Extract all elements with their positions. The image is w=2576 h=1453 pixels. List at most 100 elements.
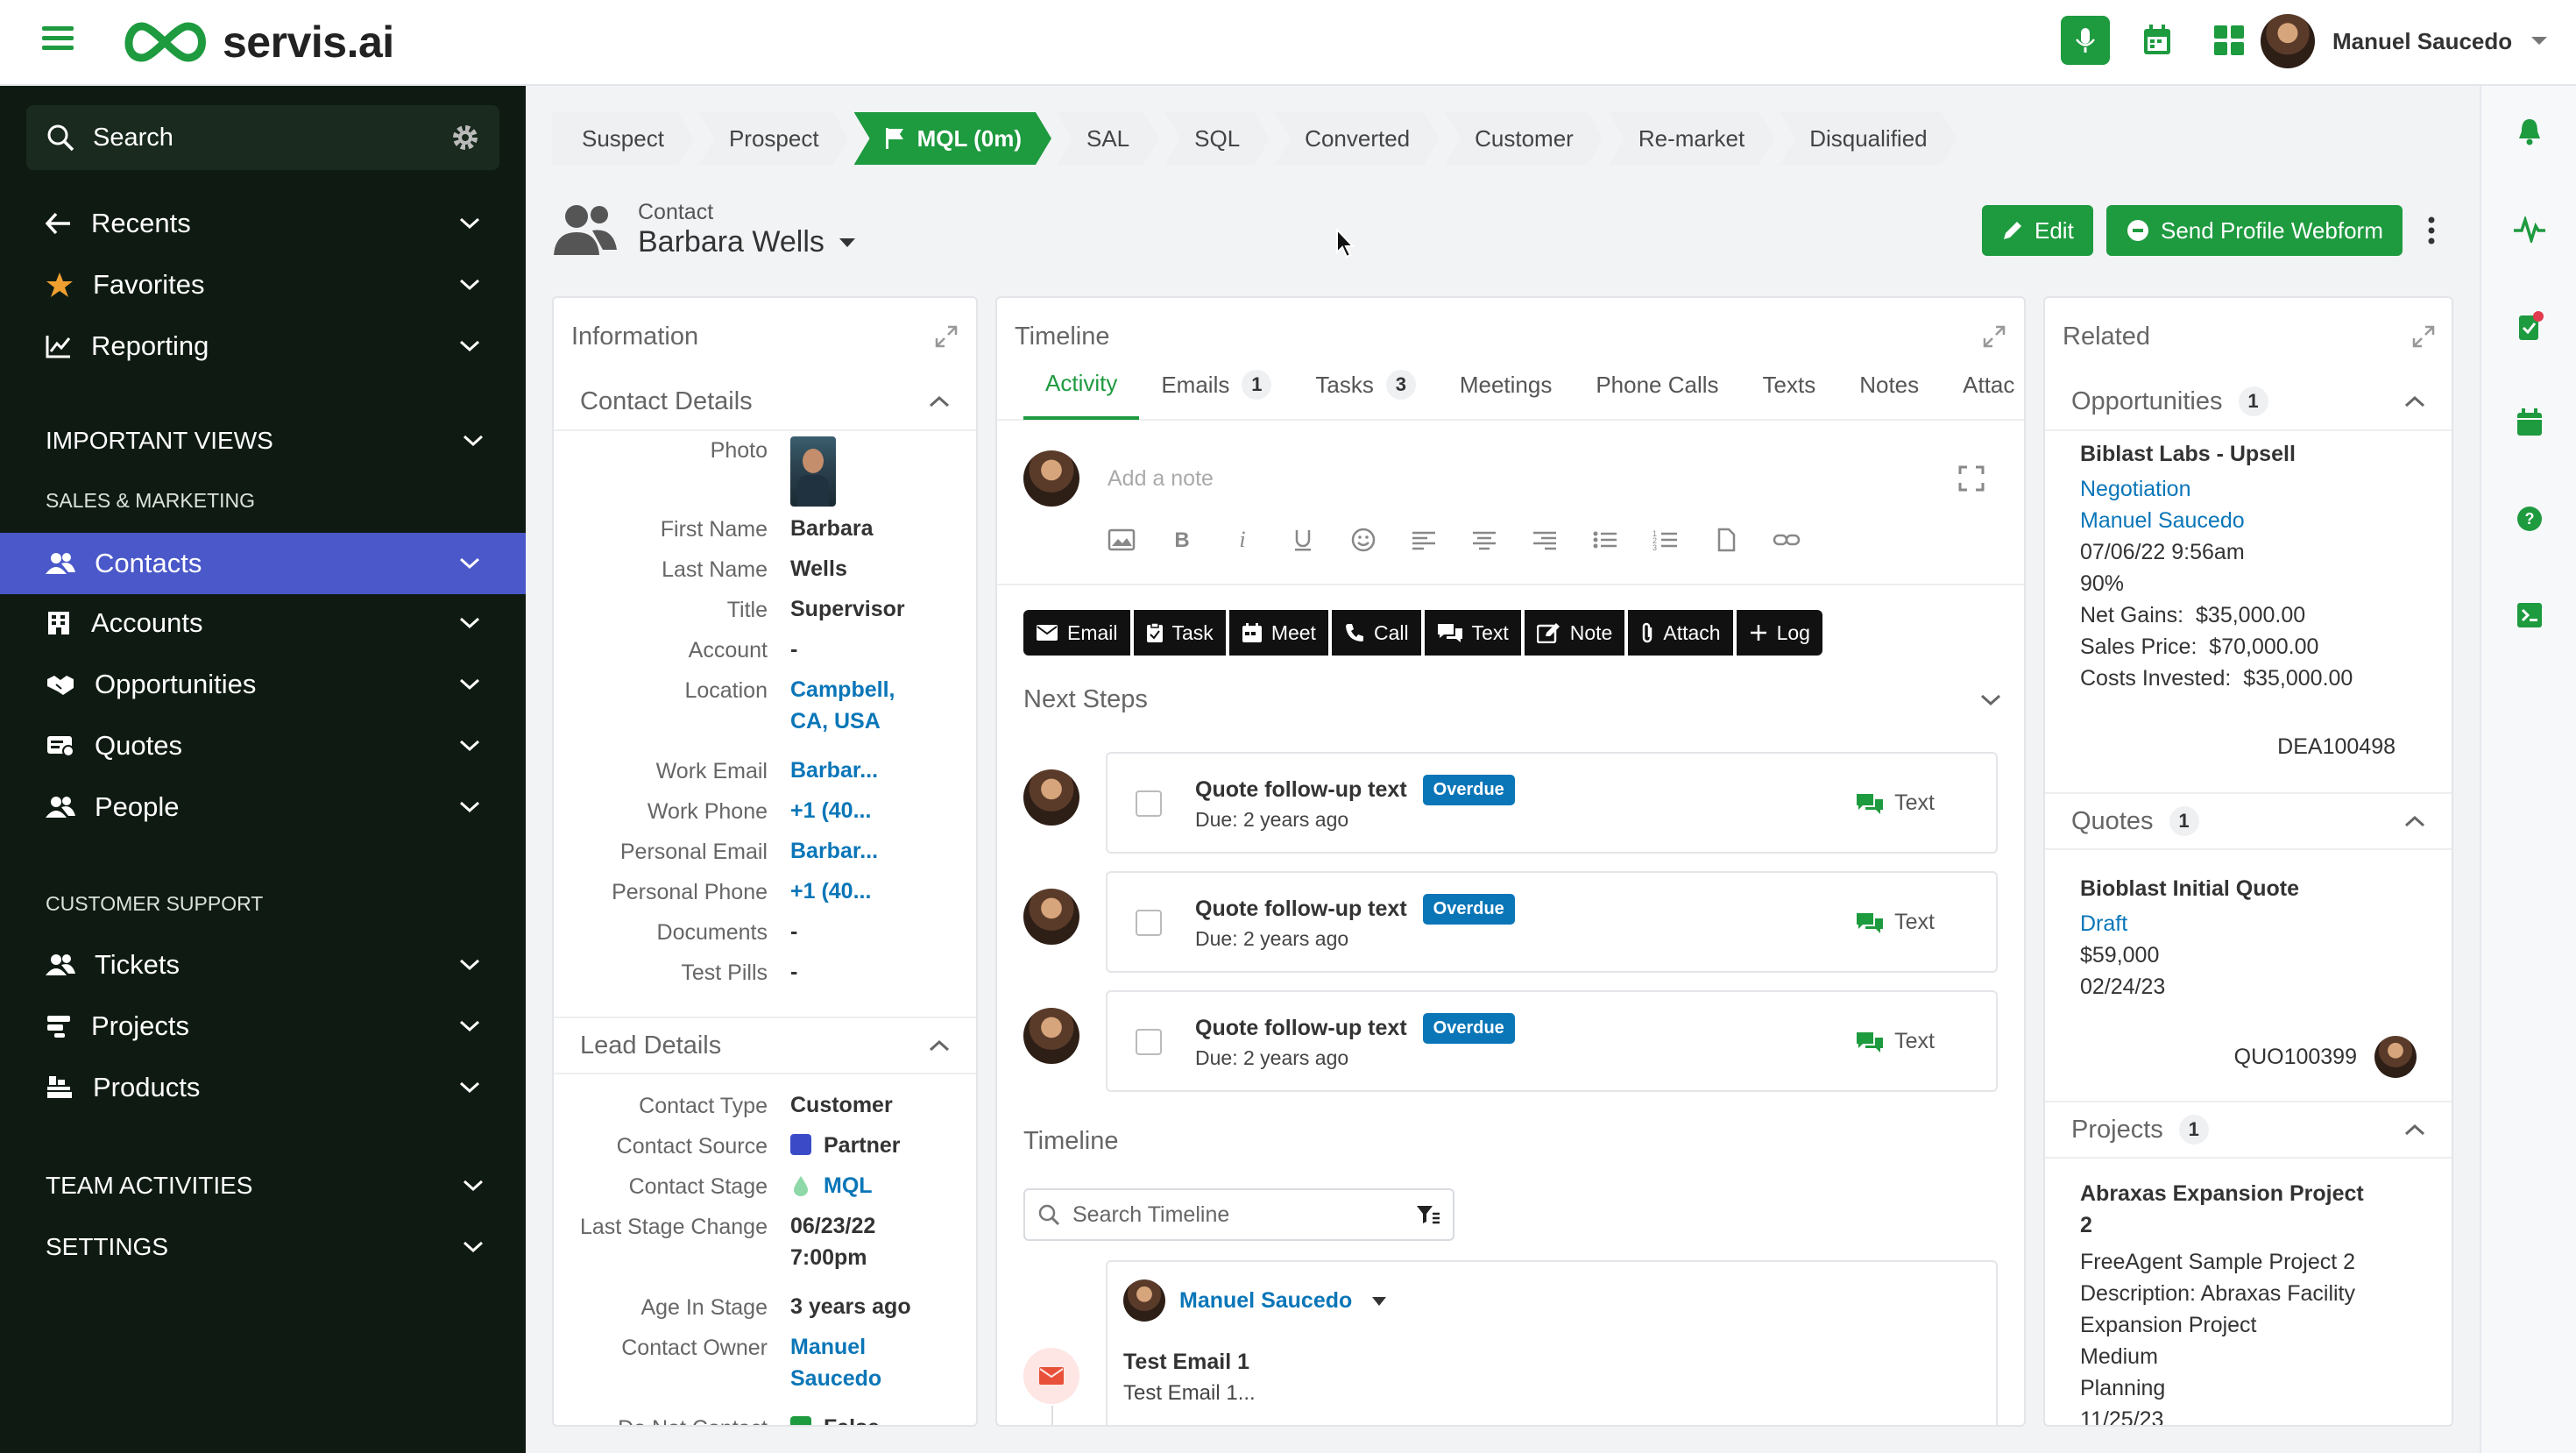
stage-suspect[interactable]: Suspect <box>552 112 694 165</box>
user-menu[interactable]: Manuel Saucedo <box>2261 14 2549 68</box>
contact-photo[interactable] <box>790 436 836 507</box>
field-value-link[interactable]: +1 (40... <box>790 795 922 826</box>
apps-grid-icon[interactable] <box>2204 16 2254 65</box>
note-button[interactable]: Note <box>1524 610 1625 656</box>
task-button[interactable]: Task <box>1133 610 1226 656</box>
stage-sal[interactable]: SAL <box>1057 112 1159 165</box>
align-left-icon[interactable] <box>1410 528 1438 552</box>
email-button[interactable]: Email <box>1023 610 1130 656</box>
document-icon[interactable] <box>1712 528 1740 552</box>
next-step-card[interactable]: Quote follow-up text Overdue Due: 2 years… <box>1106 990 1998 1092</box>
projects-section-header[interactable]: Projects 1 <box>2045 1101 2452 1159</box>
tab-emails[interactable]: Emails 1 <box>1139 350 1293 420</box>
quotes-section-header[interactable]: Quotes 1 <box>2045 792 2452 850</box>
send-profile-webform-button[interactable]: Send Profile Webform <box>2106 205 2403 256</box>
sidebar-section-team-activities[interactable]: TEAM ACTIVITIES <box>46 1164 484 1208</box>
bullet-list-icon[interactable] <box>1591 528 1619 552</box>
stage-sql[interactable]: SQL <box>1164 112 1270 165</box>
fullscreen-icon[interactable] <box>1957 464 1985 493</box>
opportunity-owner-link[interactable]: Manuel Saucedo <box>2080 505 2245 536</box>
next-steps-header[interactable]: Next Steps <box>1023 685 2001 714</box>
help-icon[interactable]: ? <box>2510 500 2549 538</box>
lead-details-section-header[interactable]: Lead Details <box>554 1017 976 1074</box>
stage-disqualified[interactable]: Disqualified <box>1780 112 1957 165</box>
tab-meetings[interactable]: Meetings <box>1438 350 1575 420</box>
tab-phone-calls[interactable]: Phone Calls <box>1574 350 1740 420</box>
field-value-link[interactable]: Barbar... <box>790 755 922 786</box>
sidebar-item-contacts[interactable]: Contacts <box>0 533 526 594</box>
stage-customer[interactable]: Customer <box>1445 112 1603 165</box>
align-center-icon[interactable] <box>1470 528 1498 552</box>
timeline-search[interactable]: Search Timeline <box>1023 1188 1454 1241</box>
tab-texts[interactable]: Texts <box>1741 350 1838 420</box>
calendar-icon[interactable] <box>2510 403 2549 442</box>
expand-icon[interactable] <box>934 324 959 349</box>
opportunities-section-header[interactable]: Opportunities 1 <box>2045 373 2452 431</box>
sidebar-item-opportunities[interactable]: Opportunities <box>0 656 526 713</box>
calendar-icon[interactable] <box>2133 16 2182 65</box>
gear-icon[interactable] <box>450 123 480 152</box>
step-action[interactable]: Text <box>1856 790 1935 816</box>
call-button[interactable]: Call <box>1331 610 1421 656</box>
field-value-link[interactable]: MQL <box>824 1170 955 1201</box>
microphone-icon[interactable] <box>2061 16 2110 65</box>
sidebar-item-favorites[interactable]: Favorites <box>0 256 526 314</box>
filter-icon[interactable] <box>1416 1204 1440 1225</box>
bell-icon[interactable] <box>2510 112 2549 151</box>
stage-prospect[interactable]: Prospect <box>699 112 849 165</box>
quote-status-link[interactable]: Draft <box>2080 908 2127 939</box>
field-value-link[interactable]: Campbell, CA, USA <box>790 674 922 737</box>
timeline-entry-card[interactable]: Manuel Saucedo Test Email 1 Test Email 1… <box>1106 1260 1998 1425</box>
tab-activity[interactable]: Activity <box>1023 350 1140 420</box>
bold-icon[interactable]: B <box>1168 528 1196 552</box>
meet-button[interactable]: Meet <box>1228 610 1328 656</box>
sidebar-item-tickets[interactable]: Tickets <box>0 936 526 994</box>
tasks-icon[interactable] <box>2510 307 2549 345</box>
field-value-link[interactable]: +1 (40... <box>790 875 922 907</box>
sidebar-item-people[interactable]: People <box>0 778 526 836</box>
hamburger-menu-icon[interactable] <box>42 25 81 60</box>
next-step-card[interactable]: Quote follow-up text Overdue Due: 2 years… <box>1106 752 1998 854</box>
align-right-icon[interactable] <box>1531 528 1559 552</box>
activity-pulse-icon[interactable] <box>2510 210 2549 249</box>
sidebar-section-important-views[interactable]: IMPORTANT VIEWS <box>46 419 484 463</box>
italic-icon[interactable]: i <box>1228 528 1256 552</box>
attach-button[interactable]: Attach <box>1628 610 1733 656</box>
contact-details-section-header[interactable]: Contact Details <box>554 373 976 431</box>
text-button[interactable]: Text <box>1424 610 1521 656</box>
terminal-icon[interactable] <box>2510 596 2549 634</box>
stage-converted[interactable]: Converted <box>1275 112 1440 165</box>
app-logo[interactable]: servis.ai <box>119 14 394 70</box>
log-button[interactable]: Log <box>1736 610 1822 656</box>
next-step-card[interactable]: Quote follow-up text Overdue Due: 2 years… <box>1106 871 1998 973</box>
sidebar-item-projects[interactable]: Projects <box>0 997 526 1055</box>
image-icon[interactable] <box>1108 528 1136 552</box>
emoji-icon[interactable] <box>1349 528 1377 552</box>
step-action[interactable]: Text <box>1856 1029 1935 1054</box>
stage-remarket[interactable]: Re-market <box>1609 112 1774 165</box>
edit-button[interactable]: Edit <box>1982 205 2093 256</box>
expand-icon[interactable] <box>2411 324 2436 349</box>
complete-checkbox[interactable] <box>1136 790 1162 817</box>
step-action[interactable]: Text <box>1856 910 1935 935</box>
tab-notes[interactable]: Notes <box>1837 350 1941 420</box>
sidebar-section-settings[interactable]: SETTINGS <box>46 1225 484 1269</box>
complete-checkbox[interactable] <box>1136 910 1162 936</box>
sidebar-item-recents[interactable]: Recents <box>0 195 526 252</box>
stage-mql[interactable]: MQL (0m) <box>854 112 1051 165</box>
numbered-list-icon[interactable]: 123 <box>1652 528 1680 552</box>
field-value-link[interactable]: Barbar... <box>790 835 922 867</box>
complete-checkbox[interactable] <box>1136 1029 1162 1055</box>
entry-author[interactable]: Manuel Saucedo <box>1179 1288 1387 1314</box>
tab-attachments[interactable]: Attac <box>1941 350 2014 420</box>
expand-icon[interactable] <box>1982 324 2006 349</box>
sidebar-item-accounts[interactable]: Accounts <box>0 594 526 652</box>
sidebar-search[interactable]: Search <box>26 105 499 170</box>
field-value-link[interactable]: Manuel Saucedo <box>790 1331 895 1394</box>
contact-name-dropdown[interactable]: Barbara Wells <box>638 225 856 259</box>
sidebar-item-products[interactable]: Products <box>0 1059 526 1116</box>
sidebar-item-quotes[interactable]: Quotes <box>0 717 526 775</box>
sidebar-item-reporting[interactable]: Reporting <box>0 317 526 375</box>
link-icon[interactable] <box>1773 528 1801 552</box>
more-options-icon[interactable] <box>2427 216 2436 245</box>
